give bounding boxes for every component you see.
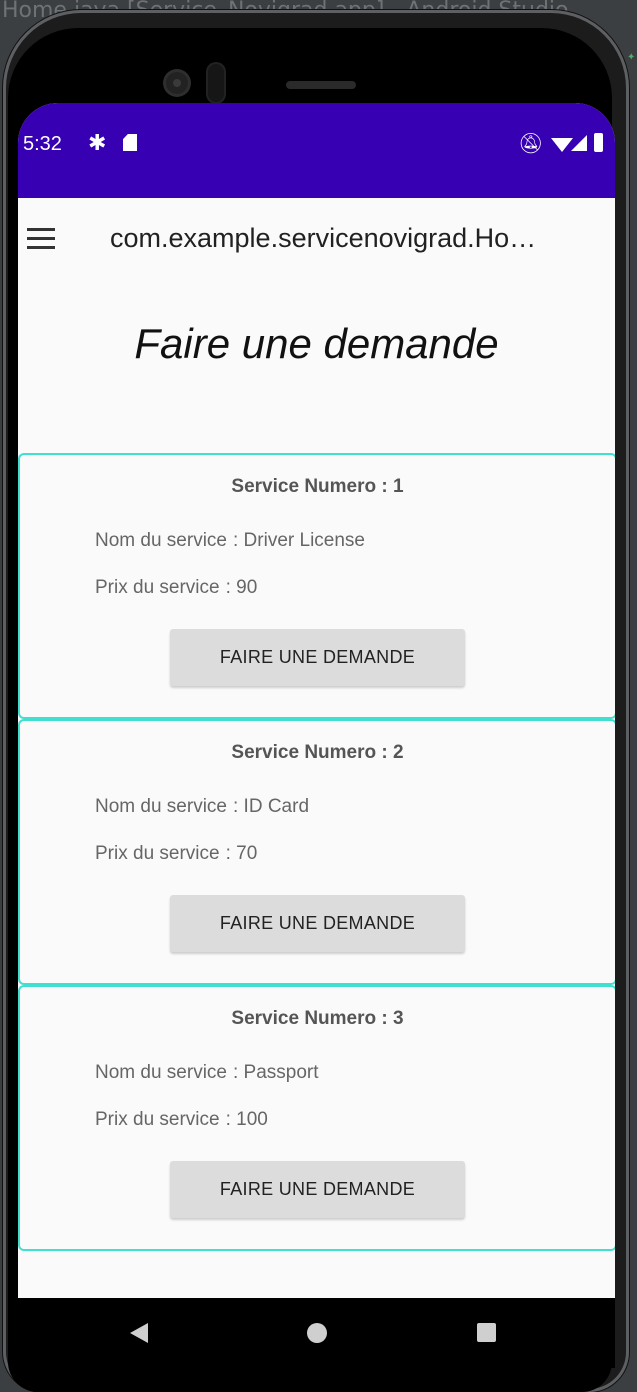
mute-icon: 🔕︎ xyxy=(518,133,544,155)
service-name-value: : Passport xyxy=(233,1062,319,1083)
earpiece-speaker xyxy=(286,81,356,89)
request-service-button[interactable]: FAIRE UNE DEMANDE xyxy=(170,895,465,952)
status-bar: 5:32 ✱ 🔕︎ xyxy=(18,103,615,198)
service-price-row: Prix du service: 70 xyxy=(95,842,257,866)
navigation-bar xyxy=(18,1298,615,1368)
hamburger-menu-icon[interactable] xyxy=(27,228,55,250)
service-price-row: Prix du service: 90 xyxy=(95,576,257,600)
service-card: Service Numero : 3 Nom du service : Passp… xyxy=(18,985,615,1251)
status-time: 5:32 xyxy=(23,133,62,155)
service-card: Service Numero : 2 Nom du service : ID Ca… xyxy=(18,719,615,985)
proximity-sensor xyxy=(208,64,224,102)
service-name-value: : Driver License xyxy=(233,530,365,551)
signal-icon xyxy=(571,135,587,151)
service-price-label: Prix du service xyxy=(95,1109,220,1130)
service-name-row: Nom du service : Driver License xyxy=(95,529,365,553)
service-name-value: : ID Card xyxy=(233,796,310,817)
battery-icon xyxy=(594,133,603,152)
sd-card-icon xyxy=(123,134,137,151)
service-price-value: : 100 xyxy=(225,1109,268,1130)
service-card: Service Numero : 1 Nom du service : Drive… xyxy=(18,453,615,719)
service-number: Service Numero : 1 xyxy=(231,476,404,497)
service-number: Service Numero : 2 xyxy=(231,742,404,763)
run-indicator-icon: ✦ xyxy=(627,52,636,63)
app-toolbar: com.example.servicenovigrad.Ho… xyxy=(18,198,615,278)
page-heading: Faire une demande xyxy=(134,320,499,367)
toolbar-title: com.example.servicenovigrad.Ho… xyxy=(110,223,537,253)
front-camera xyxy=(166,72,188,94)
service-price-value: : 70 xyxy=(225,843,258,864)
service-price-label: Prix du service xyxy=(95,577,220,598)
request-service-button[interactable]: FAIRE UNE DEMANDE xyxy=(170,629,465,686)
service-name-label: Nom du service xyxy=(95,796,227,817)
back-icon[interactable] xyxy=(130,1323,148,1343)
service-price-label: Prix du service xyxy=(95,843,220,864)
service-name-row: Nom du service : ID Card xyxy=(95,795,309,819)
gear-icon: ✱ xyxy=(88,130,107,155)
service-name-row: Nom du service : Passport xyxy=(95,1061,319,1085)
request-service-button[interactable]: FAIRE UNE DEMANDE xyxy=(170,1161,465,1218)
wifi-icon xyxy=(551,138,573,152)
service-price-value: : 90 xyxy=(225,577,258,598)
home-icon[interactable] xyxy=(307,1323,327,1343)
service-price-row: Prix du service: 100 xyxy=(95,1108,268,1132)
recents-icon[interactable] xyxy=(477,1323,496,1342)
device-screen: 5:32 ✱ 🔕︎ com.example.servicenovigrad.Ho… xyxy=(18,103,615,1298)
service-name-label: Nom du service xyxy=(95,530,227,551)
service-number: Service Numero : 3 xyxy=(231,1008,404,1029)
service-name-label: Nom du service xyxy=(95,1062,227,1083)
